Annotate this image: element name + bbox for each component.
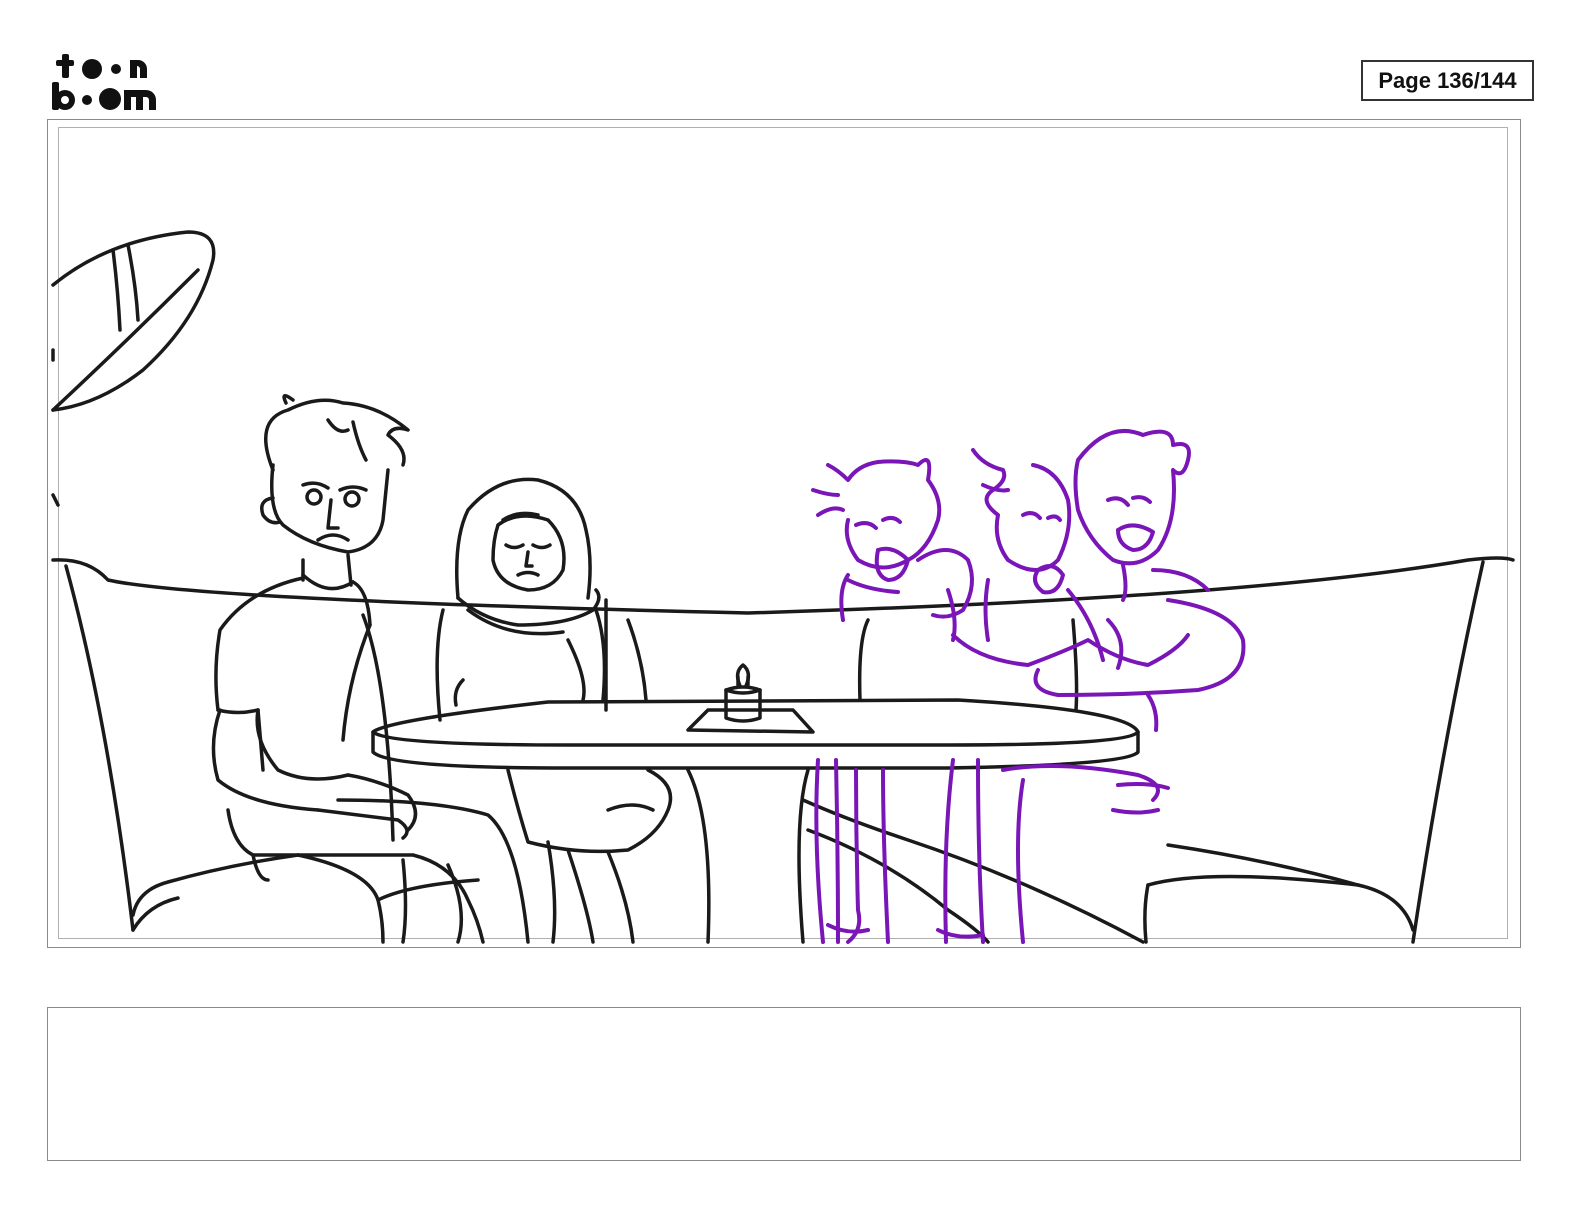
page-indicator: Page 136/144: [1361, 60, 1534, 101]
logo-word-top: toon: [165, 50, 166, 51]
sketch-group: [811, 428, 1246, 944]
toon-boom-logo-mark: [52, 54, 156, 110]
panel-drawing: [51, 230, 1515, 944]
logo-word-bottom: boom: [165, 50, 166, 51]
panel-notes[interactable]: [47, 1007, 1521, 1161]
plant-leaf: [51, 230, 216, 507]
table: [371, 663, 1140, 770]
booth-seat: [51, 556, 1515, 944]
storyboard-panel[interactable]: [47, 119, 1521, 948]
toon-boom-logo: toon boom: [50, 50, 165, 112]
